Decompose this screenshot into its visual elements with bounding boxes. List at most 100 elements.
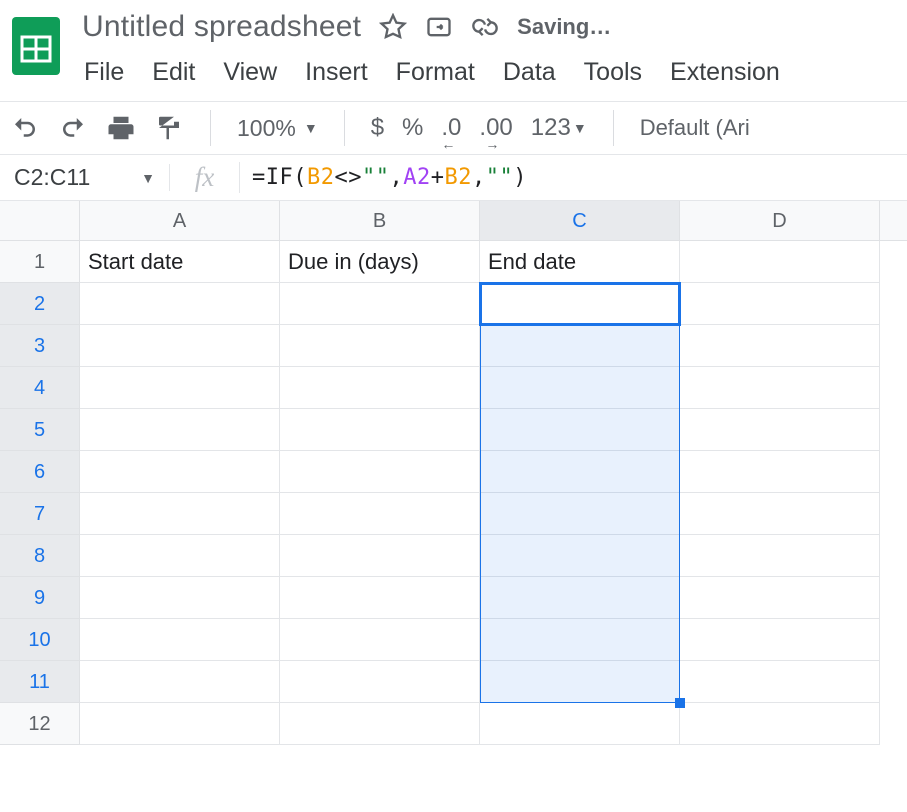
increase-decimal-button[interactable]: .00 → (479, 114, 512, 142)
column-header-C[interactable]: C (480, 201, 680, 240)
menu-format[interactable]: Format (396, 58, 475, 87)
cell-C12[interactable] (480, 703, 680, 745)
cell-D9[interactable] (680, 577, 880, 619)
cell-D6[interactable] (680, 451, 880, 493)
cell-A10[interactable] (80, 619, 280, 661)
menu-extensions[interactable]: Extension (670, 58, 780, 87)
row-header-5[interactable]: 5 (0, 409, 79, 451)
formula-bar[interactable]: = IF ( B2 <> "" , A2 + B2 , "" ) (240, 165, 527, 190)
cell-C6[interactable] (480, 451, 680, 493)
cell-D12[interactable] (680, 703, 880, 745)
cell-B4[interactable] (280, 367, 480, 409)
cell-D4[interactable] (680, 367, 880, 409)
menu-view[interactable]: View (223, 58, 277, 87)
cell-A5[interactable] (80, 409, 280, 451)
redo-icon[interactable] (58, 113, 88, 143)
cell-A6[interactable] (80, 451, 280, 493)
name-box[interactable]: C2:C11 ▼ (0, 164, 170, 191)
row-header-6[interactable]: 6 (0, 451, 79, 493)
more-formats-dropdown[interactable]: 123 ▼ (531, 114, 587, 142)
row-header-12[interactable]: 12 (0, 703, 79, 745)
row-header-8[interactable]: 8 (0, 535, 79, 577)
cell-D1[interactable] (680, 241, 880, 283)
move-to-drive-icon[interactable] (425, 13, 453, 41)
menu-data[interactable]: Data (503, 58, 556, 87)
cell-D2[interactable] (680, 283, 880, 325)
cell-B9[interactable] (280, 577, 480, 619)
cell-B1[interactable]: Due in (days) (280, 241, 480, 283)
cell-D10[interactable] (680, 619, 880, 661)
zoom-value: 100% (237, 115, 296, 142)
cell-D8[interactable] (680, 535, 880, 577)
row-header-3[interactable]: 3 (0, 325, 79, 367)
cell-C7[interactable] (480, 493, 680, 535)
cell-C2[interactable] (480, 283, 680, 325)
zoom-dropdown[interactable]: 100% ▼ (237, 115, 318, 142)
cell-B6[interactable] (280, 451, 480, 493)
font-dropdown[interactable]: Default (Ari (640, 115, 750, 141)
cell-C5[interactable] (480, 409, 680, 451)
cell-D5[interactable] (680, 409, 880, 451)
column-header-A[interactable]: A (80, 201, 280, 240)
row-header-9[interactable]: 9 (0, 577, 79, 619)
paint-format-icon[interactable] (154, 113, 184, 143)
row-header-11[interactable]: 11 (0, 661, 79, 703)
caret-down-icon: ▼ (573, 120, 587, 136)
row-header-10[interactable]: 10 (0, 619, 79, 661)
cloud-sync-icon (471, 13, 499, 41)
row-header-4[interactable]: 4 (0, 367, 79, 409)
cell-A7[interactable] (80, 493, 280, 535)
cell-B11[interactable] (280, 661, 480, 703)
cell-C11[interactable] (480, 661, 680, 703)
cell-B3[interactable] (280, 325, 480, 367)
menu-edit[interactable]: Edit (152, 58, 195, 87)
name-box-value: C2:C11 (14, 164, 90, 191)
spreadsheet-grid[interactable]: ABCD 123456789101112 Start dateDue in (d… (0, 201, 907, 761)
menu-tools[interactable]: Tools (584, 58, 642, 87)
cell-B2[interactable] (280, 283, 480, 325)
row-header-2[interactable]: 2 (0, 283, 79, 325)
cell-A8[interactable] (80, 535, 280, 577)
cell-A12[interactable] (80, 703, 280, 745)
format-percent-button[interactable]: % (402, 114, 423, 142)
cell-B8[interactable] (280, 535, 480, 577)
document-title[interactable]: Untitled spreadsheet (82, 10, 361, 44)
format-currency-button[interactable]: $ (371, 114, 384, 142)
cell-A4[interactable] (80, 367, 280, 409)
caret-down-icon: ▼ (141, 170, 155, 186)
menubar: File Edit View Insert Format Data Tools … (82, 44, 780, 101)
cell-C3[interactable] (480, 325, 680, 367)
save-status: Saving… (517, 14, 611, 40)
cell-A11[interactable] (80, 661, 280, 703)
menu-file[interactable]: File (84, 58, 124, 87)
undo-icon[interactable] (10, 113, 40, 143)
cell-B10[interactable] (280, 619, 480, 661)
cell-D3[interactable] (680, 325, 880, 367)
row-header-7[interactable]: 7 (0, 493, 79, 535)
cell-B12[interactable] (280, 703, 480, 745)
row-headers: 123456789101112 (0, 241, 80, 745)
cell-C8[interactable] (480, 535, 680, 577)
cell-C1[interactable]: End date (480, 241, 680, 283)
cell-B7[interactable] (280, 493, 480, 535)
column-header-B[interactable]: B (280, 201, 480, 240)
cell-C4[interactable] (480, 367, 680, 409)
cell-B5[interactable] (280, 409, 480, 451)
cell-A2[interactable] (80, 283, 280, 325)
cell-D11[interactable] (680, 661, 880, 703)
cell-A9[interactable] (80, 577, 280, 619)
menu-insert[interactable]: Insert (305, 58, 368, 87)
cell-D7[interactable] (680, 493, 880, 535)
column-headers: ABCD (80, 201, 907, 241)
decrease-decimal-button[interactable]: .0 ← (441, 114, 461, 142)
cell-A1[interactable]: Start date (80, 241, 280, 283)
cell-C10[interactable] (480, 619, 680, 661)
row-header-1[interactable]: 1 (0, 241, 79, 283)
star-icon[interactable] (379, 13, 407, 41)
print-icon[interactable] (106, 113, 136, 143)
cell-A3[interactable] (80, 325, 280, 367)
select-all-corner[interactable] (0, 201, 80, 241)
column-header-D[interactable]: D (680, 201, 880, 240)
cell-C9[interactable] (480, 577, 680, 619)
sheets-logo[interactable] (8, 10, 64, 82)
